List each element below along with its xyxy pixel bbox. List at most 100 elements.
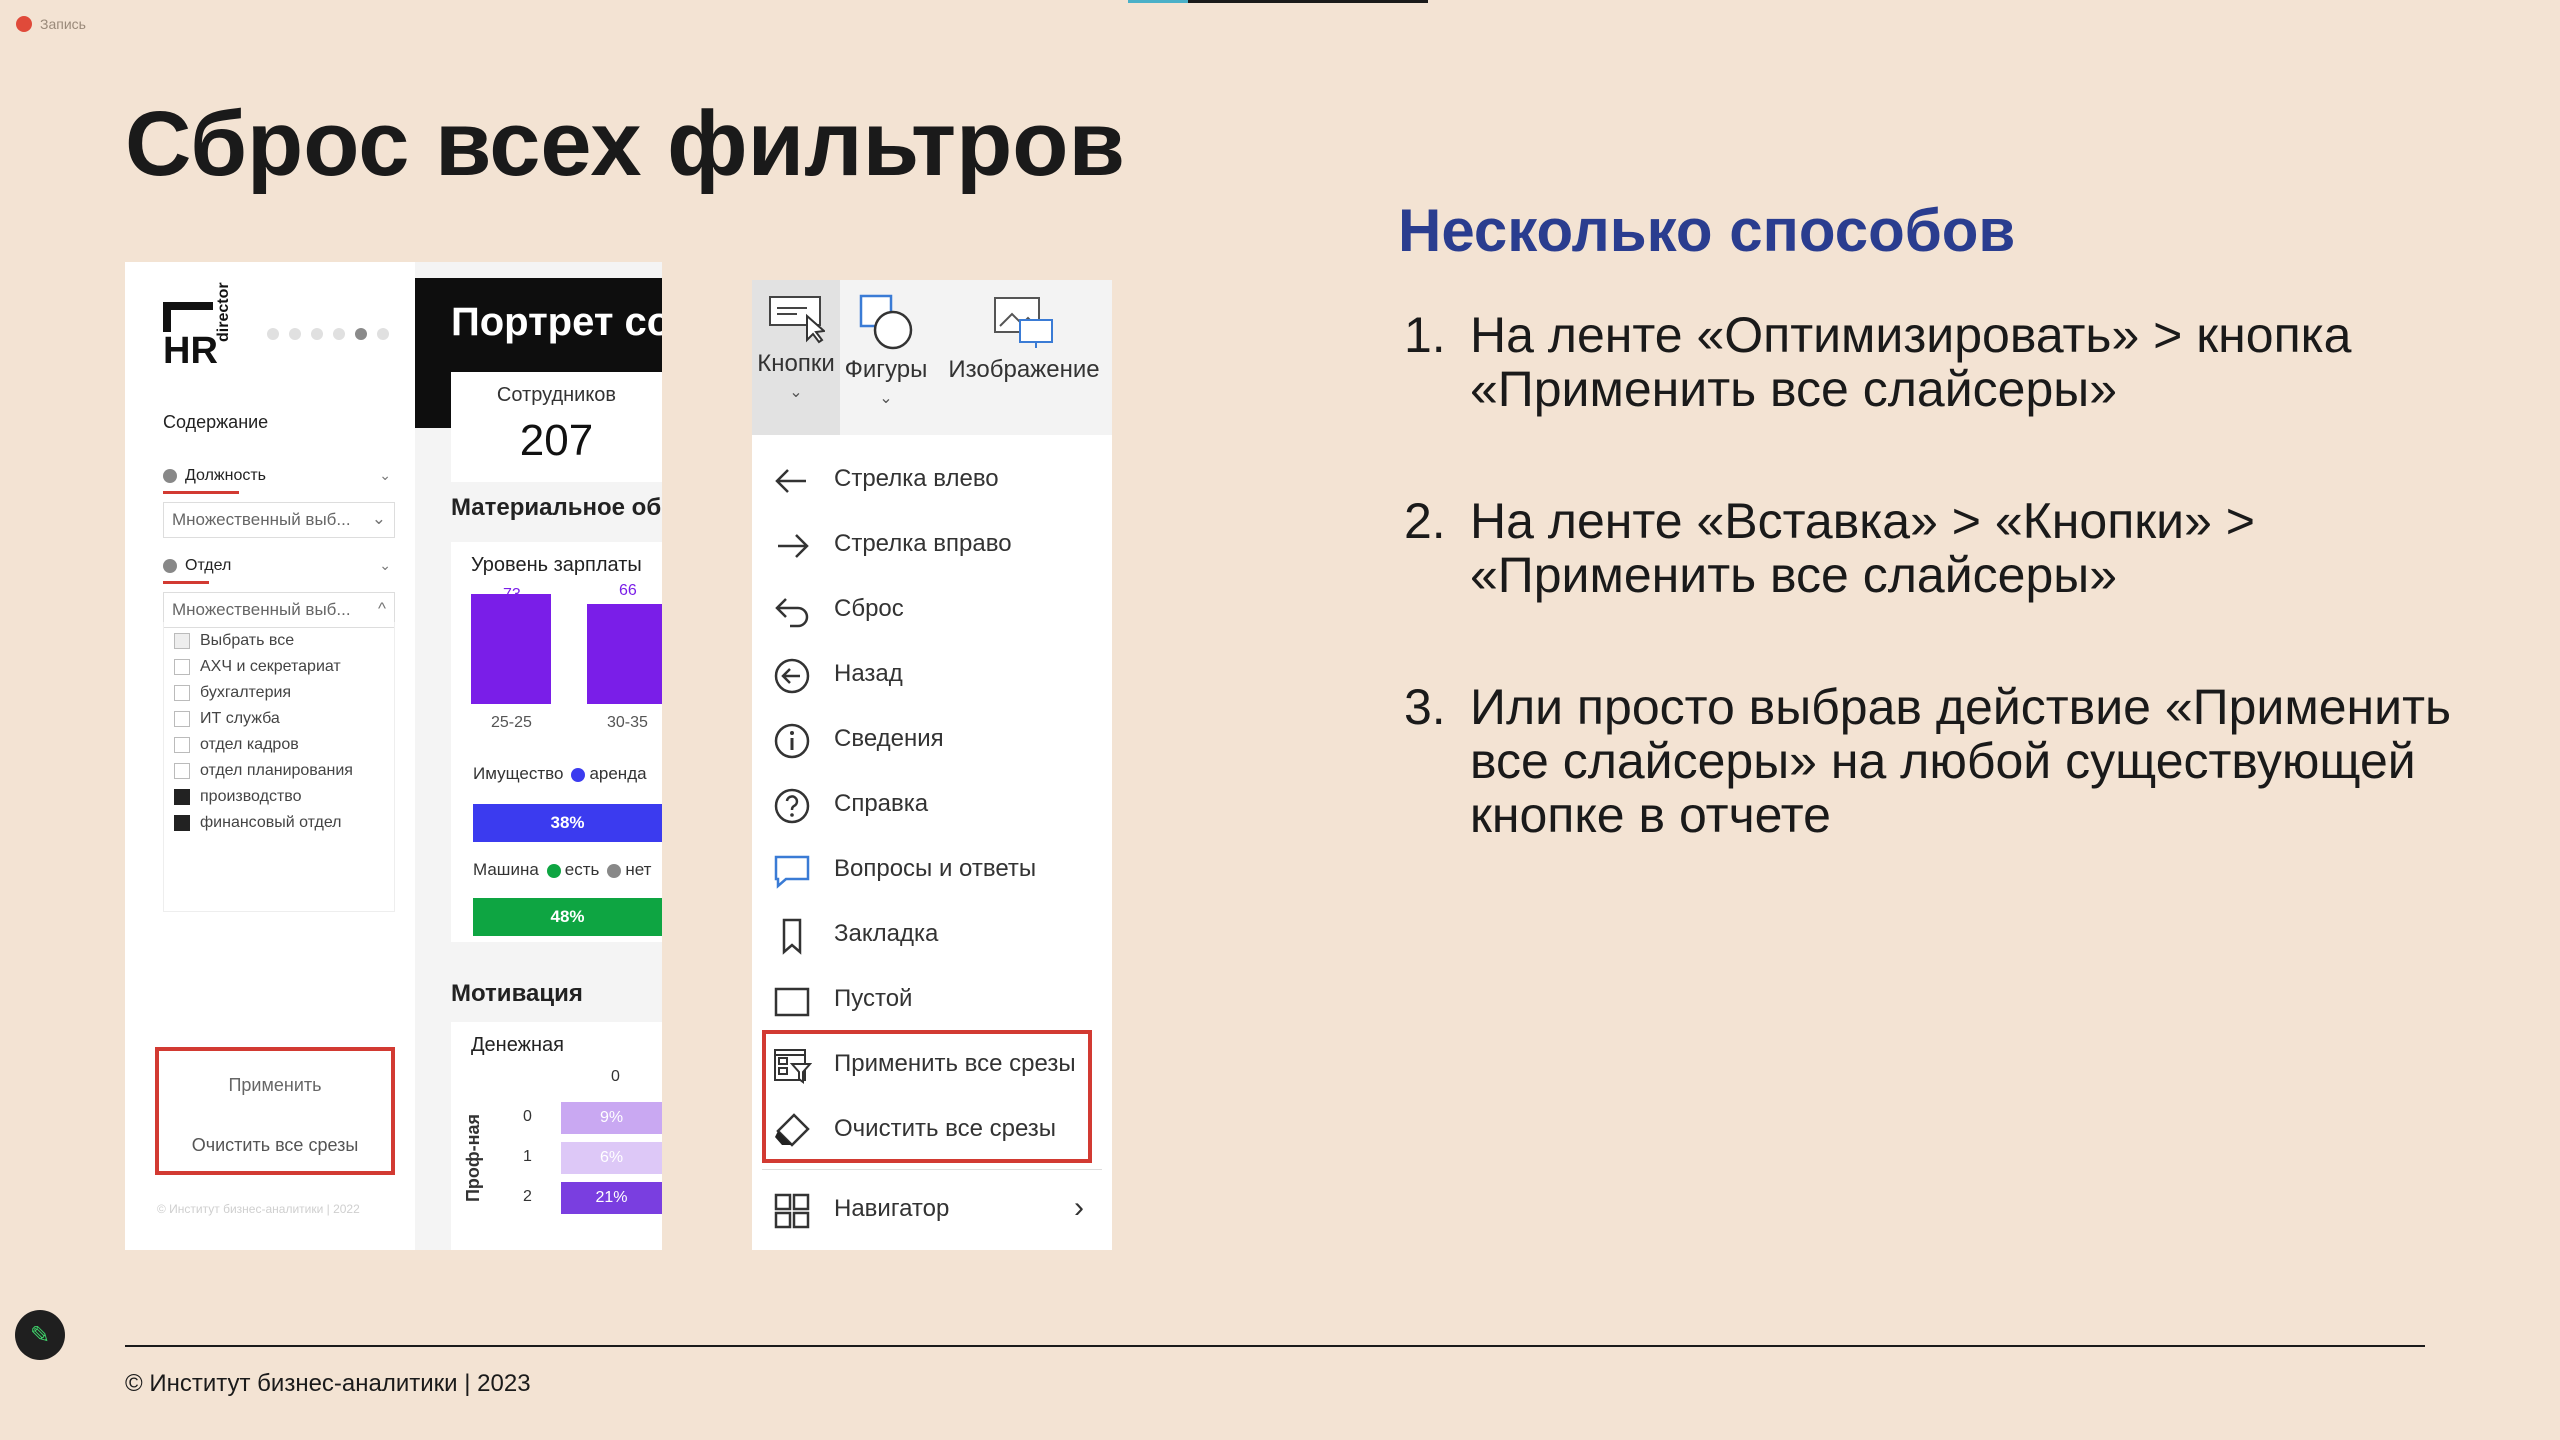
page-dots[interactable] xyxy=(267,328,389,340)
position-dropdown[interactable]: Множественный выб... ⌄ xyxy=(163,502,395,538)
heat-row-label: 1 xyxy=(523,1148,532,1165)
prof-label: Проф-ная xyxy=(463,1113,483,1202)
help-icon xyxy=(774,788,810,824)
buttons-menu-screenshot: Кнопки ⌄ Фигуры ⌄ Изображение Стрелка вл… xyxy=(752,280,1112,1250)
apply-slicers-icon xyxy=(774,1049,812,1084)
menu-apply-all-slicers[interactable]: Применить все срезы xyxy=(752,1032,1112,1092)
menu-arrow-right[interactable]: Стрелка вправо xyxy=(752,512,1112,572)
grid-icon xyxy=(774,1193,810,1229)
bookmark-icon xyxy=(782,918,802,955)
option-item[interactable]: бухгалтерия xyxy=(174,684,291,702)
option-item[interactable]: отдел кадров xyxy=(174,736,299,754)
chevron-up-icon: ^ xyxy=(378,599,386,618)
property-legend: Имущество аренда xyxy=(473,764,647,783)
money-label: Денежная xyxy=(471,1034,564,1056)
report-title: Портрет со xyxy=(451,300,662,344)
apply-clear-highlight: Применить Очистить все срезы xyxy=(155,1047,395,1175)
image-icon xyxy=(994,297,1053,348)
chevron-down-icon: ⌄ xyxy=(789,384,803,401)
heat-cell: 9% xyxy=(561,1102,662,1134)
filter-department-label[interactable]: Отдел ⌄ xyxy=(163,557,395,584)
report-screenshot: HR director Содержание Должность ⌄ Множе… xyxy=(125,262,662,1250)
menu-reset[interactable]: Сброс xyxy=(752,577,1112,637)
chevron-down-icon: ⌄ xyxy=(379,467,391,483)
report-copyright: © Институт бизнес-аналитики | 2022 xyxy=(157,1202,360,1216)
menu-blank[interactable]: Пустой xyxy=(752,967,1112,1027)
info-icon xyxy=(774,723,810,759)
option-item[interactable]: ИТ служба xyxy=(174,710,280,728)
arrow-left-icon xyxy=(775,469,806,493)
menu-info[interactable]: Сведения xyxy=(752,707,1112,767)
car-bar: 48% xyxy=(473,898,662,936)
bar-tick: 25-25 xyxy=(491,714,532,731)
insert-ribbon: Кнопки ⌄ Фигуры ⌄ Изображение xyxy=(752,280,1112,435)
ribbon-buttons[interactable]: Кнопки ⌄ xyxy=(752,280,840,435)
chevron-right-icon: › xyxy=(1074,1191,1084,1224)
ribbon-image[interactable]: Изображение xyxy=(936,280,1112,435)
menu-qa[interactable]: Вопросы и ответы xyxy=(752,837,1112,897)
back-circle-icon xyxy=(774,658,810,694)
heat-col-label: 0 xyxy=(611,1068,620,1085)
methods-list: 1. На ленте «Оптимизировать» > кнопка «Пр… xyxy=(1404,308,2454,920)
slide-title: Сброс всех фильтров xyxy=(125,93,1126,195)
menu-bookmark[interactable]: Закладка xyxy=(752,902,1112,962)
salary-label: Уровень зарплаты xyxy=(471,554,642,576)
pen-icon[interactable]: ✎ xyxy=(15,1310,65,1360)
slide-footer: © Институт бизнес-аналитики | 2023 xyxy=(125,1370,531,1397)
menu-navigator[interactable]: Навигатор › xyxy=(752,1177,1112,1237)
salary-bar xyxy=(471,594,551,704)
chevron-down-icon: ⌄ xyxy=(379,557,391,573)
progress-bar xyxy=(1128,0,1428,3)
reset-icon xyxy=(775,598,809,628)
report-main: Портрет со Сотрудников 207 Материальное … xyxy=(415,262,662,1250)
menu-arrow-left[interactable]: Стрелка влево xyxy=(752,447,1112,507)
hr-director-logo: HR director xyxy=(163,282,232,372)
section-material: Материальное об xyxy=(451,494,662,521)
chevron-down-icon: ⌄ xyxy=(371,509,386,528)
property-bar: 38% xyxy=(473,804,662,842)
menu-clear-all-slicers[interactable]: Очистить все срезы xyxy=(752,1097,1112,1157)
filter-dot-icon xyxy=(163,468,177,483)
recording-icon xyxy=(16,16,32,32)
sidebar-heading: Содержание xyxy=(163,412,269,432)
option-item[interactable]: отдел планирования xyxy=(174,762,353,780)
option-item[interactable]: производство xyxy=(174,788,301,806)
option-item[interactable]: АХЧ и секретариат xyxy=(174,658,341,676)
apply-button[interactable]: Применить xyxy=(159,1075,391,1096)
qa-icon xyxy=(774,855,810,889)
blank-icon xyxy=(774,987,810,1017)
option-item[interactable]: финансовый отдел xyxy=(174,814,342,832)
method-item: 1. На ленте «Оптимизировать» > кнопка «Пр… xyxy=(1404,307,2352,417)
heat-row-label: 0 xyxy=(523,1108,532,1125)
filter-dot-icon xyxy=(163,558,177,573)
method-item: 3. Или просто выбрав действие «Применить … xyxy=(1404,679,2452,843)
shapes-icon xyxy=(859,294,913,350)
menu-back[interactable]: Назад xyxy=(752,642,1112,702)
report-sidebar: HR director Содержание Должность ⌄ Множе… xyxy=(125,262,415,1250)
material-card: Уровень зарплаты 73 25-25 66 30-35 Имуще… xyxy=(451,542,662,942)
arrow-right-icon xyxy=(778,534,809,558)
bar-tick: 30-35 xyxy=(607,714,648,731)
bar-value: 66 xyxy=(619,582,637,599)
button-cursor-icon xyxy=(769,296,825,344)
car-legend: Машина есть нет xyxy=(473,860,652,879)
heat-cell: 21% xyxy=(561,1182,662,1214)
filter-position-label[interactable]: Должность ⌄ xyxy=(163,467,395,494)
methods-heading: Несколько способов xyxy=(1398,197,2016,264)
heat-cell: 6% xyxy=(561,1142,662,1174)
menu-separator xyxy=(762,1169,1102,1170)
ribbon-shapes[interactable]: Фигуры ⌄ xyxy=(842,280,930,435)
section-motivation: Мотивация xyxy=(451,980,583,1007)
clear-all-slicers-button[interactable]: Очистить все срезы xyxy=(159,1135,391,1156)
menu-help[interactable]: Справка xyxy=(752,772,1112,832)
department-options: Выбрать все АХЧ и секретариат бухгалтери… xyxy=(163,622,395,912)
recording-label: Запись xyxy=(40,16,86,32)
eraser-icon xyxy=(775,1113,810,1147)
kpi-card: Сотрудников 207 xyxy=(451,372,662,482)
heat-row-label: 2 xyxy=(523,1188,532,1205)
salary-bar xyxy=(587,604,662,704)
motivation-card: Денежная 0 Проф-ная 0 9% 1 6% 2 21% xyxy=(451,1022,662,1250)
chevron-down-icon: ⌄ xyxy=(879,390,893,407)
option-select-all[interactable]: Выбрать все xyxy=(174,632,294,650)
footer-divider xyxy=(125,1345,2425,1347)
